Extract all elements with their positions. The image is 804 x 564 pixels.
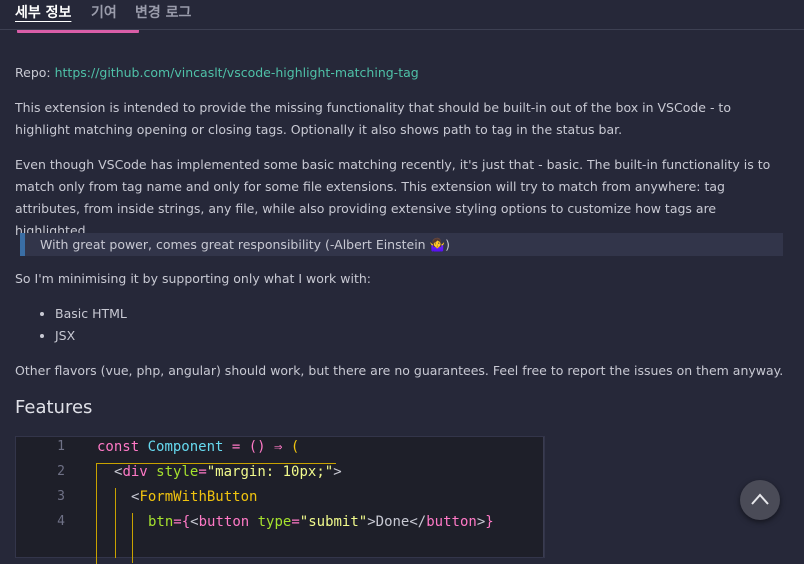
- blockquote-text: With great power, comes great responsibi…: [40, 237, 451, 252]
- tab-changelog[interactable]: 변경 로그: [135, 2, 191, 22]
- tab-details[interactable]: 세부 정보: [15, 2, 71, 22]
- line-number: 3: [57, 489, 65, 504]
- line-number: 4: [57, 514, 65, 529]
- repo-line: Repo: https://github.com/vincaslt/vscode…: [15, 62, 419, 84]
- editor-scrollbar[interactable]: [543, 437, 544, 557]
- code-line: 1 const Component = () ⇒ (: [16, 437, 544, 462]
- features-heading: Features: [15, 397, 93, 418]
- list-item: Basic HTML: [55, 303, 127, 325]
- code-text: const Component = () ⇒ (: [97, 439, 300, 455]
- line-number: 1: [57, 439, 65, 454]
- blockquote: With great power, comes great responsibi…: [20, 233, 783, 256]
- chevron-up-icon: [751, 493, 769, 505]
- intro-paragraph: This extension is intended to provide th…: [15, 100, 731, 137]
- list-item: JSX: [55, 325, 127, 347]
- title-heading-fragment: [17, 30, 139, 37]
- details-tab-bar: 세부 정보 기여 변경 로그: [0, 0, 804, 30]
- supported-list: Basic HTML JSX: [15, 303, 127, 347]
- repo-label: Repo:: [15, 65, 55, 80]
- code-sample: 1 const Component = () ⇒ ( 2 <div style=…: [15, 436, 545, 564]
- line-number: 2: [57, 464, 65, 479]
- flavors-paragraph: Other flavors (vue, php, angular) should…: [15, 363, 784, 378]
- code-text: <FormWithButton: [131, 489, 258, 505]
- code-line: 2 <div style="margin: 10px;">: [16, 462, 544, 487]
- code-text: <div style="margin: 10px;">: [114, 464, 342, 480]
- code-text: btn={<button type="submit">Done</button>…: [148, 514, 494, 530]
- matching-paragraph: Even though VSCode has implemented some …: [15, 157, 771, 238]
- repo-link[interactable]: https://github.com/vincaslt/vscode-highl…: [55, 65, 419, 80]
- code-line: 3 <FormWithButton: [16, 487, 544, 512]
- support-paragraph: So I'm minimising it by supporting only …: [15, 271, 371, 286]
- scroll-to-top-button[interactable]: [740, 480, 780, 520]
- code-line: 4 btn={<button type="submit">Done</butto…: [16, 512, 544, 537]
- tab-contributions[interactable]: 기여: [91, 2, 117, 22]
